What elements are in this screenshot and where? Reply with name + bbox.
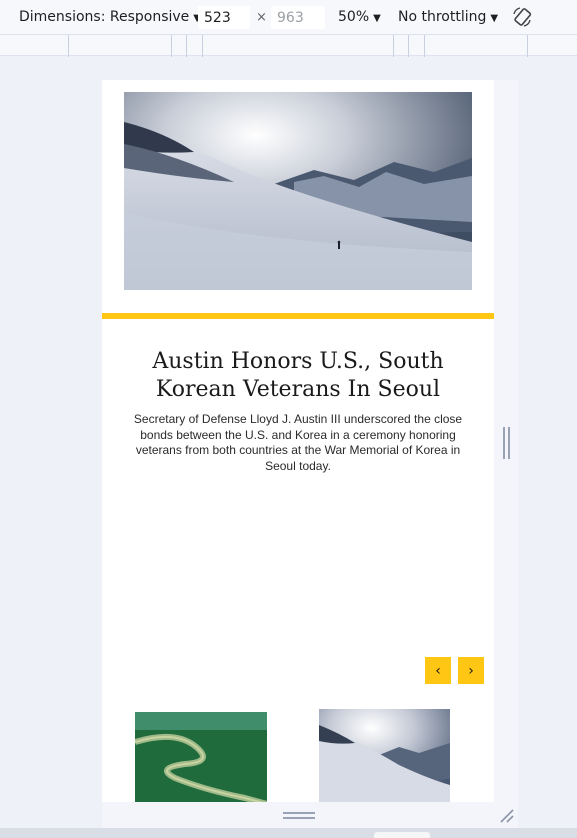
times-sign: × — [256, 10, 267, 25]
throttling-label: No throttling — [398, 9, 487, 25]
ruler-tick — [186, 35, 187, 57]
dimensions-label: Dimensions: Responsive — [19, 9, 190, 25]
ruler-tick — [527, 35, 528, 57]
article-summary: Secretary of Defense Lloyd J. Austin III… — [133, 412, 463, 473]
drawer-strip — [0, 828, 577, 838]
resize-corner-icon[interactable] — [497, 806, 515, 824]
height-input[interactable] — [271, 6, 325, 29]
accent-divider — [102, 313, 494, 319]
device-toolbar: Dimensions: Responsive▼ × 50%▼ No thrott… — [0, 0, 577, 34]
throttling-dropdown[interactable]: No throttling ▼ — [398, 9, 498, 25]
media-query-ruler[interactable] — [0, 34, 577, 57]
rotate-device-icon[interactable] — [511, 6, 533, 28]
width-input[interactable] — [198, 6, 250, 29]
drawer-tab[interactable] — [374, 832, 430, 838]
hero-image — [124, 92, 472, 290]
zoom-label: 50% — [338, 9, 370, 25]
resize-handle-bottom[interactable] — [283, 812, 315, 819]
chevron-down-icon: ▼ — [373, 13, 381, 24]
thumbnail-mountain[interactable] — [319, 709, 450, 802]
chevron-down-icon: ▼ — [490, 13, 499, 24]
ruler-tick — [202, 35, 203, 57]
thumbnail-river[interactable] — [135, 712, 267, 802]
dimensions-dropdown[interactable]: Dimensions: Responsive▼ — [19, 9, 201, 25]
ruler-tick — [424, 35, 425, 57]
page-viewport: Austin Honors U.S., South Korean Veteran… — [102, 80, 494, 802]
ruler-tick — [408, 35, 409, 57]
chevron-left-icon: ‹ — [435, 662, 441, 679]
zoom-dropdown[interactable]: 50% ▼ — [338, 9, 381, 25]
chevron-right-icon: › — [468, 662, 474, 679]
resize-handle-right[interactable] — [503, 427, 510, 459]
ruler-tick — [68, 35, 69, 57]
ruler-tick — [393, 35, 394, 57]
carousel-next-button[interactable]: › — [458, 657, 484, 684]
article-headline[interactable]: Austin Honors U.S., South Korean Veteran… — [132, 348, 464, 404]
ruler-tick — [171, 35, 172, 57]
carousel-prev-button[interactable]: ‹ — [425, 657, 451, 684]
